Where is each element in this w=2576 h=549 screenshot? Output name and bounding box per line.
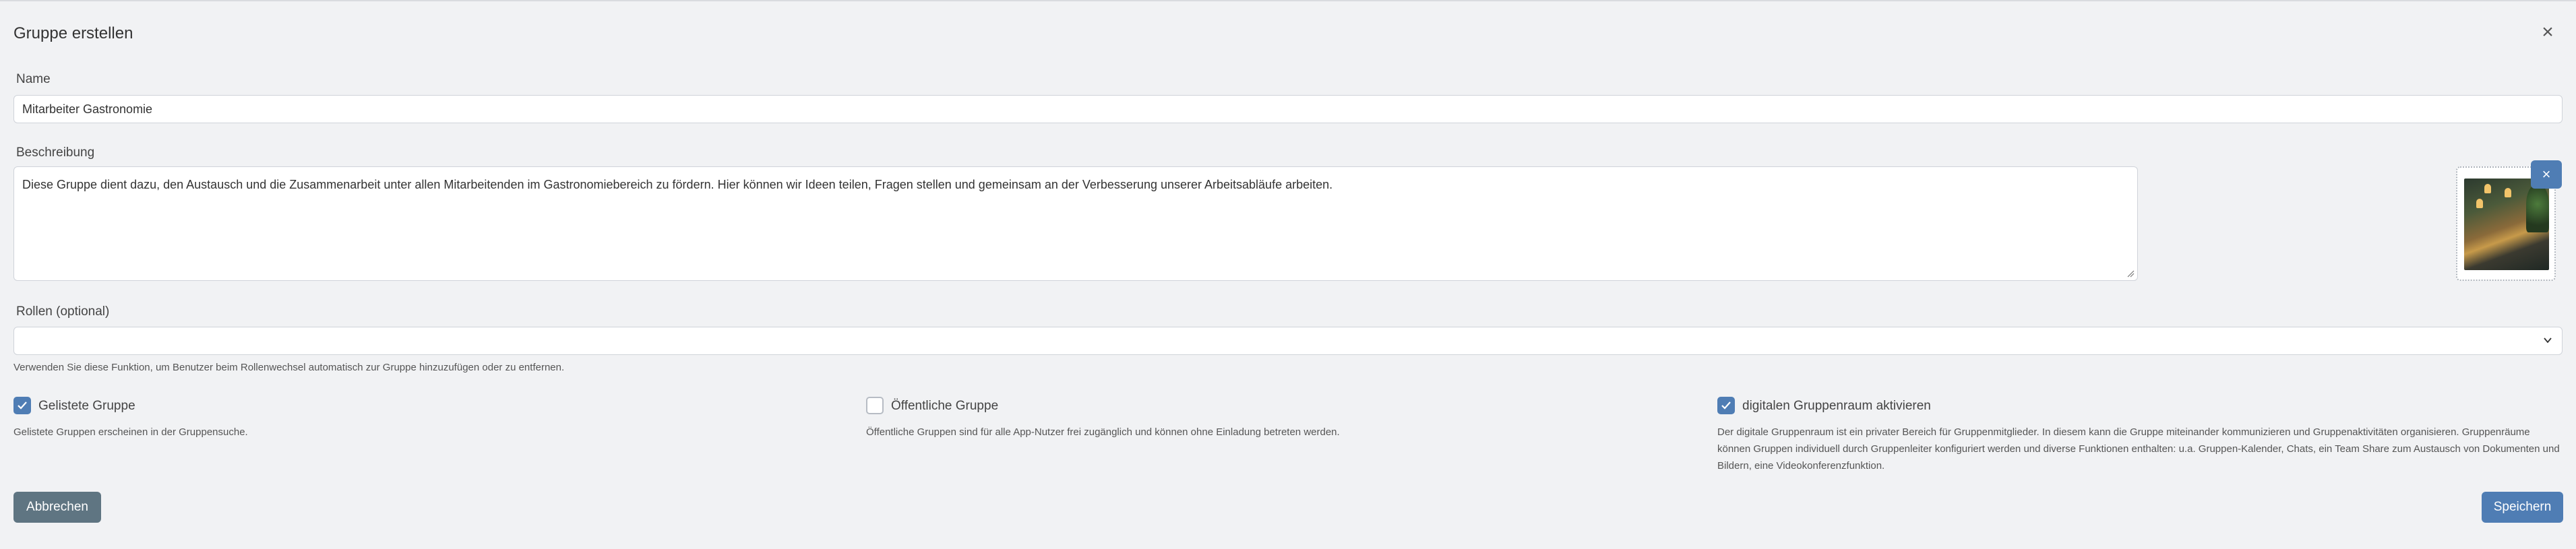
chevron-down-icon bbox=[2544, 337, 2552, 344]
listed-group-description: Gelistete Gruppen erscheinen in der Grup… bbox=[13, 426, 248, 438]
description-textarea-value: Diese Gruppe dient dazu, den Austausch u… bbox=[22, 178, 1333, 191]
name-input[interactable]: Mitarbeiter Gastronomie bbox=[13, 95, 2563, 123]
roles-select[interactable] bbox=[13, 327, 2563, 355]
roles-label: Rollen (optional) bbox=[16, 304, 110, 319]
cancel-button[interactable]: Abbrechen bbox=[13, 492, 101, 523]
name-label: Name bbox=[16, 72, 51, 86]
roles-help-text: Verwenden Sie diese Funktion, um Benutze… bbox=[13, 362, 565, 373]
description-textarea[interactable]: Diese Gruppe dient dazu, den Austausch u… bbox=[13, 166, 2138, 281]
public-group-description: Öffentliche Gruppen sind für alle App-Nu… bbox=[866, 426, 1340, 438]
digital-room-label[interactable]: digitalen Gruppenraum aktivieren bbox=[1742, 399, 1931, 414]
listed-group-checkbox[interactable] bbox=[13, 397, 31, 414]
remove-image-button[interactable]: × bbox=[2531, 160, 2562, 189]
digital-room-checkbox[interactable] bbox=[1717, 397, 1735, 414]
public-group-checkbox[interactable] bbox=[866, 397, 884, 414]
checkmark-icon bbox=[1721, 401, 1731, 410]
group-image bbox=[2464, 179, 2549, 270]
name-input-value: Mitarbeiter Gastronomie bbox=[22, 102, 153, 116]
close-icon[interactable]: × bbox=[2538, 22, 2557, 42]
listed-group-label[interactable]: Gelistete Gruppe bbox=[38, 399, 135, 414]
description-label: Beschreibung bbox=[16, 146, 95, 160]
resize-handle-icon[interactable] bbox=[2126, 269, 2135, 278]
digital-room-description: Der digitale Gruppenraum ist ein private… bbox=[1717, 426, 2560, 472]
save-button[interactable]: Speichern bbox=[2482, 492, 2563, 523]
public-group-label[interactable]: Öffentliche Gruppe bbox=[891, 399, 998, 414]
checkmark-icon bbox=[18, 401, 27, 410]
modal-title: Gruppe erstellen bbox=[13, 24, 133, 42]
top-divider bbox=[0, 0, 2576, 1]
